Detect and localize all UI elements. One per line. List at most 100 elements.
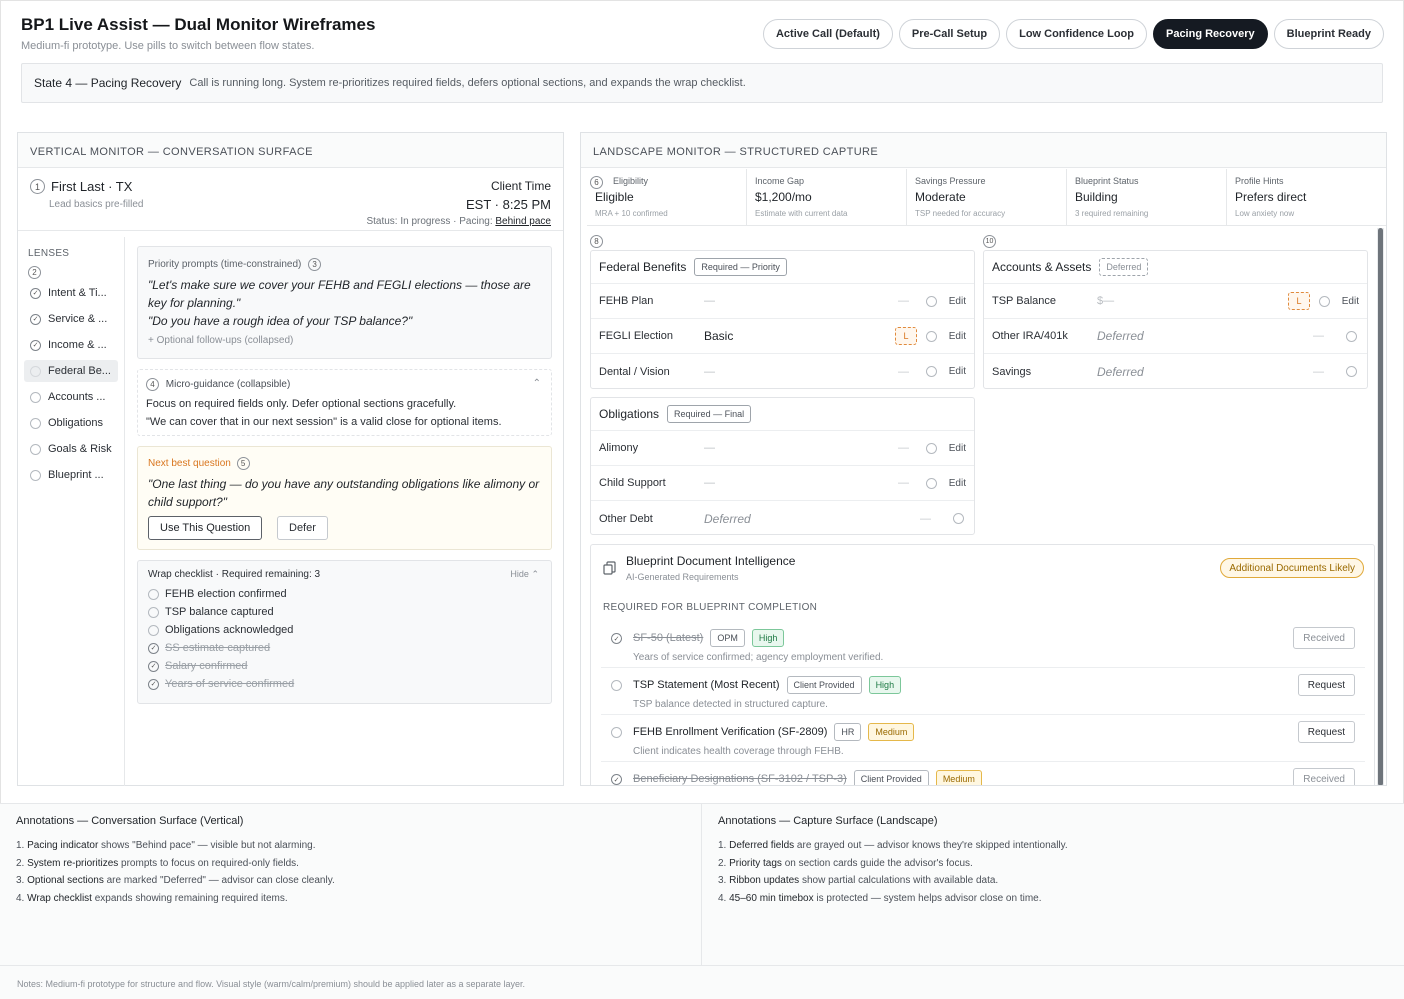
lens-item[interactable]: Obligations <box>24 412 118 434</box>
confirm-radio[interactable] <box>926 330 937 342</box>
callout-5: 5 <box>236 457 250 470</box>
ribbon-value: Eligible <box>595 190 634 204</box>
field-row: Savings Deferred — <box>984 354 1367 389</box>
annotation-number: 1. <box>16 840 25 851</box>
received-button[interactable]: Received <box>1293 768 1355 785</box>
lens-item[interactable]: Federal Be... <box>24 360 118 382</box>
lens-item[interactable]: Blueprint ... <box>24 464 118 486</box>
obligations-header: Obligations Required — Final <box>591 398 974 431</box>
checklist-item[interactable]: Obligations acknowledged <box>148 624 293 636</box>
ribbon-label: Profile Hints <box>1235 176 1284 186</box>
field-label: Savings <box>992 365 1032 378</box>
pill-active-call-default[interactable]: Active Call (Default) <box>762 19 893 49</box>
field-value[interactable]: — <box>704 295 715 307</box>
document-title-row: FEHB Enrollment Verification (SF-2809) HR… <box>633 723 915 741</box>
confirm-radio[interactable] <box>1346 330 1357 342</box>
capture-scrollbar[interactable] <box>1377 228 1384 785</box>
edit-link[interactable]: Edit <box>949 296 966 307</box>
document-name: TSP Statement (Most Recent) <box>633 679 780 691</box>
field-row: Alimony — — Edit <box>591 431 974 466</box>
field-value[interactable]: — <box>704 477 715 489</box>
field-row: Child Support — — Edit <box>591 466 974 501</box>
confirm-radio[interactable] <box>1346 366 1357 377</box>
page-subtitle: Medium-fi prototype. Use pills to switch… <box>21 40 315 52</box>
checklist-label: SS estimate captured <box>165 642 271 654</box>
annotation-text: show partial calculations with available… <box>799 875 999 886</box>
request-button[interactable]: Request <box>1297 721 1355 743</box>
confirm-radio[interactable] <box>926 295 937 307</box>
collapse-chevron-icon[interactable]: ⌃ <box>533 378 541 389</box>
field-value[interactable]: $— <box>1097 295 1114 307</box>
checklist-item[interactable]: ✓ Years of service confirmed <box>148 678 294 690</box>
edit-link[interactable]: Edit <box>949 443 966 454</box>
nbq-label-row: Next best question 5 <box>148 457 250 470</box>
annotation-item: 4. 45–60 min timebox is protected — syst… <box>718 890 1068 908</box>
defer-button[interactable]: Defer <box>277 516 328 540</box>
client-header: 1 First Last · TX Lead basics pre-filled… <box>18 169 563 231</box>
lenses-label: LENSES <box>28 248 70 259</box>
confirm-radio[interactable] <box>1319 295 1330 307</box>
source-tag: HR <box>834 723 862 741</box>
field-value[interactable]: Basic <box>704 329 733 343</box>
annotation-text: prompts to focus on required-only fields… <box>118 857 299 869</box>
field-label: FEHB Plan <box>599 295 654 307</box>
check-circle-icon: ✓ <box>148 678 159 690</box>
annotation-key: System re-prioritizes <box>27 857 119 869</box>
field-value[interactable]: — <box>704 366 715 378</box>
confirm-radio[interactable] <box>926 366 937 377</box>
lens-item[interactable]: ✓ Service & ... <box>24 308 118 330</box>
micro-guidance-header[interactable]: 4 Micro-guidance (collapsible) <box>146 378 290 391</box>
lens-item[interactable]: ✓ Income & ... <box>24 334 118 356</box>
callout-2: 2 <box>28 266 41 279</box>
empty-circle-icon <box>148 588 159 600</box>
lens-label: Obligations <box>48 417 104 429</box>
low-confidence-badge: L <box>1288 292 1310 310</box>
pill-low-confidence-loop[interactable]: Low Confidence Loop <box>1006 19 1147 49</box>
confirm-radio[interactable] <box>926 477 937 489</box>
pill-pre-call-setup[interactable]: Pre-Call Setup <box>898 19 1001 49</box>
confirm-radio[interactable] <box>926 442 937 454</box>
ribbon-label: Blueprint Status <box>1075 176 1139 186</box>
wrap-hide-toggle[interactable]: Hide ⌃ <box>510 569 539 580</box>
edit-link[interactable]: Edit <box>1342 296 1359 307</box>
document-name: Beneficiary Designations (SF-3102 / TSP-… <box>633 773 847 785</box>
edit-link[interactable]: Edit <box>949 478 966 489</box>
checklist-label: Salary confirmed <box>165 660 248 672</box>
field-value[interactable]: — <box>704 442 715 454</box>
edit-link[interactable]: Edit <box>949 331 966 342</box>
edit-link[interactable]: Edit <box>949 366 966 377</box>
vertical-monitor-panel: VERTICAL MONITOR — CONVERSATION SURFACE … <box>17 132 564 786</box>
confidence-empty: — <box>898 365 909 378</box>
state-description: Call is running long. System re-prioriti… <box>189 77 746 89</box>
scrollbar-thumb[interactable] <box>1378 228 1383 785</box>
optional-followups-toggle[interactable]: + Optional follow-ups (collapsed) <box>148 335 293 346</box>
annotation-key: Optional sections <box>27 875 104 886</box>
checklist-item[interactable]: ✓ SS estimate captured <box>148 642 270 654</box>
check-circle-icon: ✓ <box>148 642 159 654</box>
micro-guidance-label: Micro-guidance (collapsible) <box>165 379 291 391</box>
document-description: TSP balance detected in structured captu… <box>633 699 828 710</box>
lens-label: Accounts ... <box>48 391 106 403</box>
pill-blueprint-ready[interactable]: Blueprint Ready <box>1273 19 1384 49</box>
lens-item[interactable]: ✓ Intent & Ti... <box>24 282 118 304</box>
request-button[interactable]: Request <box>1297 674 1355 696</box>
lens-item[interactable]: Accounts ... <box>24 386 118 408</box>
source-tag: Client Provided <box>786 676 862 694</box>
checklist-item[interactable]: FEHB election confirmed <box>148 588 287 600</box>
received-button[interactable]: Received <box>1293 627 1355 649</box>
empty-circle-icon <box>30 443 41 455</box>
annotation-key: Pacing indicator <box>27 840 99 851</box>
behind-pace-link[interactable]: Behind pace <box>495 216 551 227</box>
annotations-right-title: Annotations — Capture Surface (Landscape… <box>718 815 938 827</box>
priority-quote-2: "Do you have a rough idea of your TSP ba… <box>148 314 413 328</box>
confirm-radio[interactable] <box>953 513 964 524</box>
pill-pacing-recovery[interactable]: Pacing Recovery <box>1152 19 1268 49</box>
checklist-label: Obligations acknowledged <box>165 624 294 636</box>
use-question-button[interactable]: Use This Question <box>148 516 263 540</box>
checklist-item[interactable]: ✓ Salary confirmed <box>148 660 248 672</box>
lens-item[interactable]: Goals & Risk <box>24 438 118 460</box>
vertical-panel-title: VERTICAL MONITOR — CONVERSATION SURFACE <box>18 133 563 168</box>
deferred-tag: Deferred <box>1099 258 1149 276</box>
checklist-item[interactable]: TSP balance captured <box>148 606 274 618</box>
ribbon-value: Moderate <box>915 190 966 204</box>
